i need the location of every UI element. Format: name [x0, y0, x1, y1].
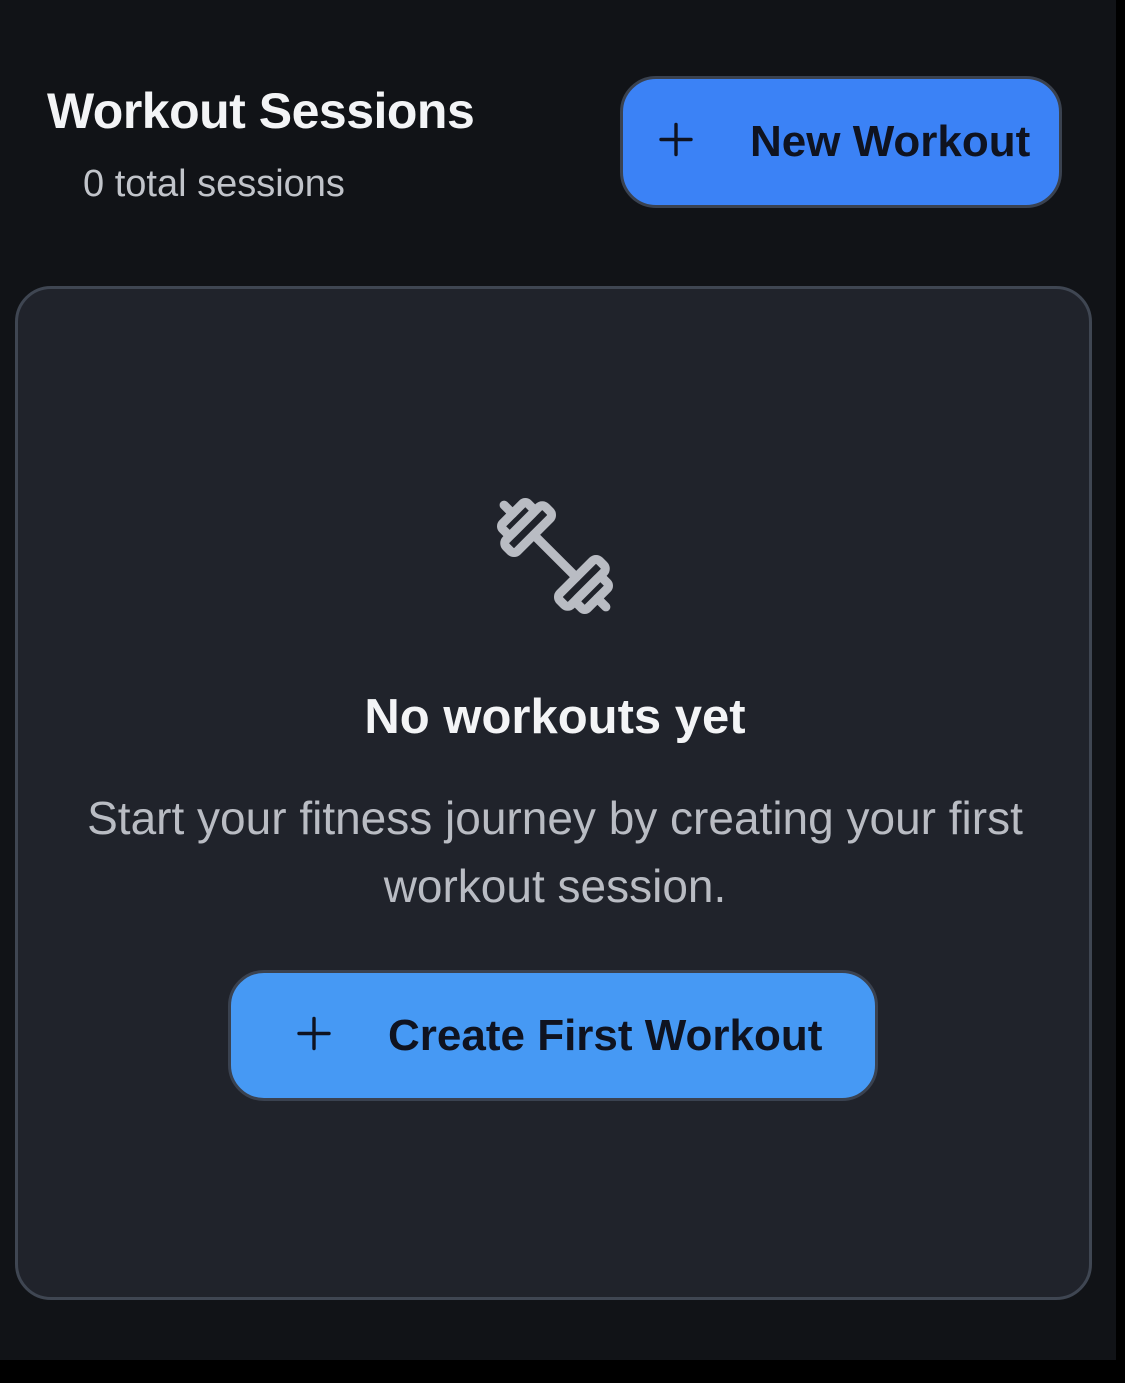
create-first-workout-label: Create First Workout: [388, 1010, 823, 1060]
empty-state-title: No workouts yet: [364, 690, 746, 744]
create-first-workout-button[interactable]: Create First Workout: [228, 970, 878, 1101]
dumbbell-icon: [497, 498, 613, 614]
plus-icon: [297, 1016, 331, 1055]
new-workout-label: New Workout: [750, 117, 1031, 166]
page-title: Workout Sessions: [47, 83, 475, 139]
empty-state-description: Start your fitness journey by creating y…: [87, 792, 1023, 912]
plus-icon: [659, 122, 693, 162]
session-count: 0 total sessions: [83, 163, 345, 205]
new-workout-button[interactable]: New Workout: [620, 76, 1062, 208]
workout-sessions-page: Workout Sessions 0 total sessions New Wo…: [0, 0, 1116, 1360]
